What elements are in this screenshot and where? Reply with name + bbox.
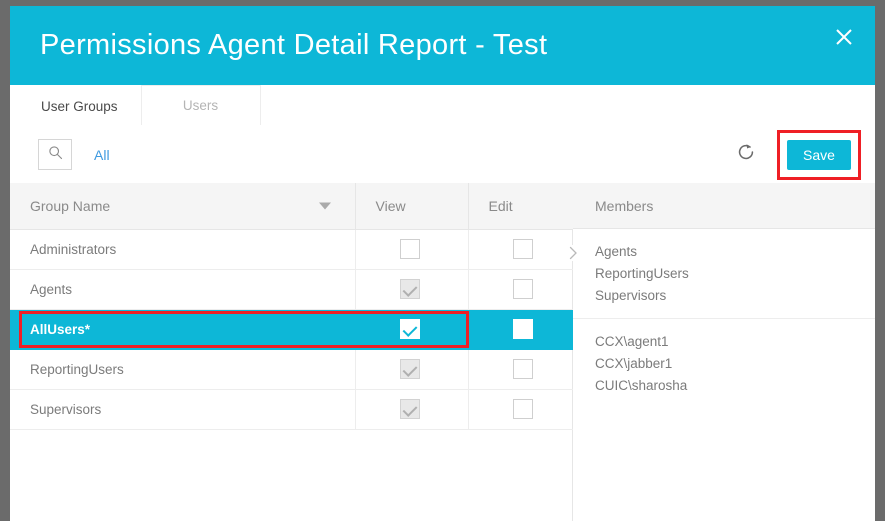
tab-user-groups[interactable]: User Groups: [18, 85, 141, 126]
tab-bar: User Groups Users: [10, 85, 875, 126]
list-item: CUIC\sharosha: [595, 378, 688, 393]
cell-group-name: AllUsers*: [10, 309, 355, 350]
grid-toolbar: All Save: [10, 126, 875, 183]
edit-checkbox[interactable]: [512, 319, 533, 339]
search-icon: [48, 145, 63, 165]
cell-edit-permission: [467, 229, 573, 270]
cell-edit-permission: [467, 349, 573, 390]
cell-edit-permission: [467, 389, 573, 430]
cell-view-permission: [354, 229, 468, 270]
list-item: ReportingUsers: [595, 266, 689, 281]
table-row[interactable]: Supervisors: [10, 389, 573, 430]
close-icon[interactable]: [829, 22, 859, 52]
search-button[interactable]: [38, 139, 72, 170]
cell-view-permission: [354, 309, 468, 350]
table-row[interactable]: Administrators: [10, 229, 573, 270]
list-item: Agents: [595, 244, 638, 259]
cell-view-permission: [354, 389, 468, 430]
list-item: CCX\jabber1: [595, 356, 673, 371]
view-checkbox[interactable]: [399, 319, 420, 339]
edit-checkbox[interactable]: [512, 279, 533, 299]
cell-group-name: Supervisors: [10, 389, 355, 430]
edit-checkbox[interactable]: [512, 359, 533, 379]
toolbar-actions: Save: [733, 126, 861, 183]
table-row[interactable]: Agents: [10, 269, 573, 310]
screen-root: Permissions Agent Detail Report - Test U…: [0, 0, 885, 521]
table-header-row: Group Name View Edit: [10, 183, 573, 230]
list-item: Supervisors: [595, 288, 667, 303]
column-header-group-name-label: Group Name: [30, 197, 111, 214]
chevron-down-icon[interactable]: [318, 202, 331, 210]
cell-group-name: Administrators: [10, 229, 355, 270]
modal-body: Group Name View Edit Administrators Agen…: [10, 183, 875, 521]
members-header: Members: [573, 183, 875, 229]
page-title: Permissions Agent Detail Report - Test: [40, 29, 548, 61]
table-row[interactable]: ReportingUsers: [10, 349, 573, 390]
column-header-group-name[interactable]: Group Name: [10, 183, 355, 230]
permissions-modal: Permissions Agent Detail Report - Test U…: [10, 6, 875, 521]
edit-checkbox[interactable]: [512, 239, 533, 259]
save-button-highlight: Save: [777, 129, 861, 180]
view-checkbox[interactable]: [399, 239, 420, 259]
view-checkbox[interactable]: [399, 279, 420, 299]
cell-view-permission: [354, 269, 468, 310]
members-group-roles: Agents ReportingUsers Supervisors: [573, 229, 875, 318]
tab-user-groups-label: User Groups: [41, 98, 118, 114]
view-checkbox[interactable]: [399, 399, 420, 419]
tab-users-label: Users: [182, 98, 219, 113]
save-button[interactable]: Save: [787, 139, 851, 170]
view-checkbox[interactable]: [399, 359, 420, 379]
modal-titlebar: Permissions Agent Detail Report - Test: [10, 6, 875, 85]
refresh-icon: [735, 141, 757, 168]
filter-all-link[interactable]: All: [94, 147, 110, 163]
list-item: CCX\agent1: [595, 334, 669, 349]
cell-group-name: ReportingUsers: [10, 349, 355, 390]
expand-members-chevron-icon[interactable]: [565, 245, 581, 261]
members-group-users: CCX\agent1 CCX\jabber1 CUIC\sharosha: [573, 318, 875, 408]
column-header-edit[interactable]: Edit: [467, 183, 573, 230]
group-permissions-pane: Group Name View Edit Administrators Agen…: [10, 183, 581, 521]
group-permissions-table: Group Name View Edit Administrators Agen…: [10, 183, 573, 430]
cell-view-permission: [354, 349, 468, 390]
table-row-selected[interactable]: AllUsers*: [10, 309, 573, 350]
cell-group-name: Agents: [10, 269, 355, 310]
members-pane: Members Agents ReportingUsers Supervisor…: [573, 183, 875, 521]
cell-edit-permission: [467, 269, 573, 310]
cell-edit-permission: [467, 309, 573, 350]
refresh-button[interactable]: [733, 142, 759, 168]
tab-users[interactable]: Users: [140, 85, 261, 126]
edit-checkbox[interactable]: [512, 399, 533, 419]
column-header-view[interactable]: View: [354, 183, 468, 230]
